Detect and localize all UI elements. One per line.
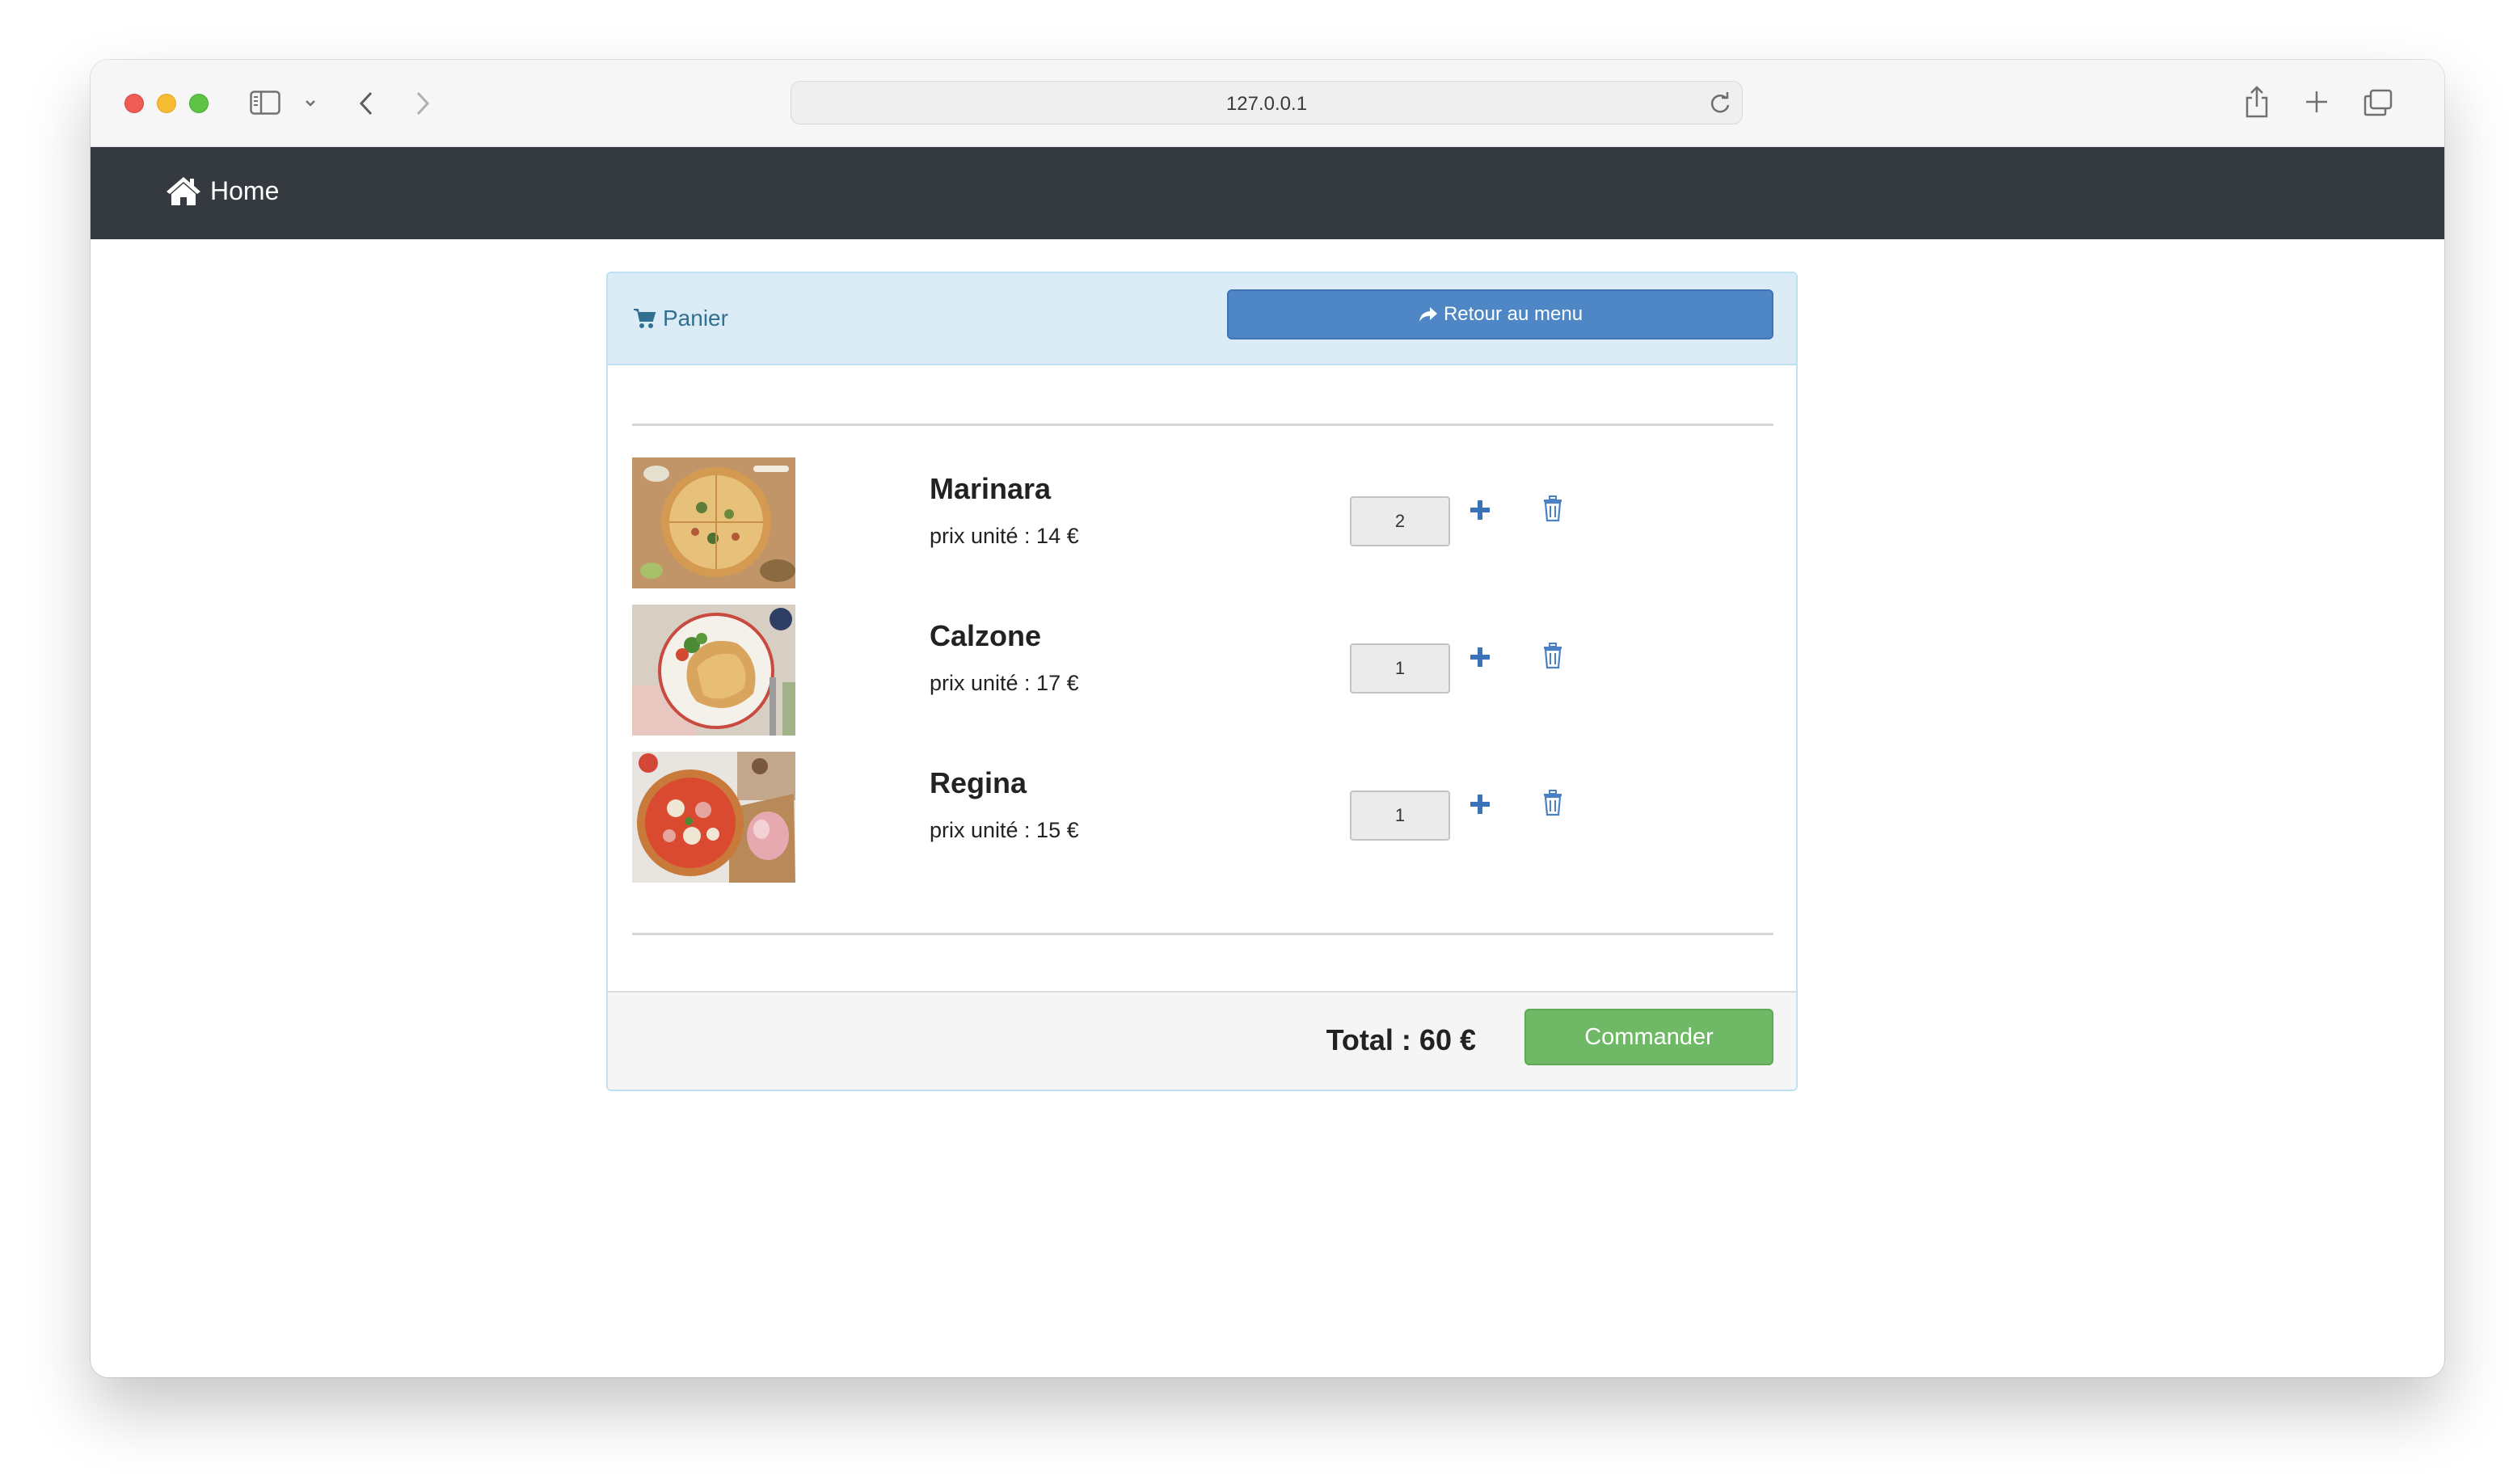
cart-title-label: Panier — [663, 306, 728, 331]
minimize-window-button[interactable] — [157, 94, 176, 113]
zoom-window-button[interactable] — [189, 94, 209, 113]
plus-icon[interactable] — [1466, 496, 1494, 524]
cart-panel-heading: Panier Retour au menu — [608, 273, 1796, 365]
sidebar-icon[interactable] — [249, 89, 281, 116]
share-arrow-icon — [1419, 307, 1437, 322]
close-window-button[interactable] — [124, 94, 144, 113]
trash-icon[interactable] — [1541, 642, 1565, 669]
item-name: Marinara — [930, 472, 1052, 505]
browser-toolbar: 127.0.0.1 — [91, 60, 2444, 147]
address-bar[interactable]: 127.0.0.1 — [791, 81, 1743, 124]
back-arrow-icon[interactable] — [354, 87, 378, 120]
pizza-marinara-photo — [632, 457, 795, 588]
item-name: Regina — [930, 766, 1027, 799]
cart-item: Calzone prix unité : 17 € 1 — [632, 605, 1773, 736]
browser-window: 127.0.0.1 Home Panier Retour au menu Mar… — [91, 60, 2444, 1377]
quantity-field[interactable]: 2 — [1350, 496, 1450, 546]
quantity-field[interactable]: 1 — [1350, 790, 1450, 841]
cart-panel-footer: Total : 60 € Commander — [608, 991, 1796, 1090]
cart-title: Panier — [632, 306, 728, 331]
share-icon[interactable] — [2241, 84, 2273, 120]
trash-icon[interactable] — [1541, 789, 1565, 816]
cart-item: Regina prix unité : 15 € 1 — [632, 752, 1773, 883]
tabs-overview-icon[interactable] — [2362, 87, 2394, 118]
plus-icon[interactable] — [1466, 643, 1494, 671]
plus-icon[interactable] — [1466, 790, 1494, 818]
item-name: Calzone — [930, 619, 1042, 652]
chevron-down-icon[interactable] — [302, 95, 318, 112]
trash-icon[interactable] — [1541, 495, 1565, 522]
home-label: Home — [210, 175, 280, 205]
url-text: 127.0.0.1 — [1225, 93, 1308, 115]
item-unit-price: prix unité : 15 € — [930, 818, 1079, 842]
back-to-menu-label: Retour au menu — [1443, 303, 1583, 325]
forward-arrow-icon[interactable] — [411, 87, 435, 120]
reload-icon[interactable] — [1706, 90, 1734, 117]
pizza-regina-photo — [632, 752, 795, 883]
home-icon — [167, 177, 200, 205]
cart-total: Total : 60 € — [1326, 1023, 1476, 1056]
order-button[interactable]: Commander — [1524, 1009, 1773, 1065]
new-tab-icon[interactable] — [2302, 87, 2331, 116]
cart-item: Marinara prix unité : 14 € 2 — [632, 457, 1773, 588]
navbar: Home — [91, 147, 2444, 239]
item-unit-price: prix unité : 17 € — [930, 671, 1079, 695]
back-to-menu-button[interactable]: Retour au menu — [1227, 289, 1773, 339]
cart-panel: Panier Retour au menu Marinara prix unit… — [606, 272, 1798, 1091]
divider-bottom — [632, 933, 1773, 935]
quantity-field[interactable]: 1 — [1350, 643, 1450, 694]
home-link[interactable]: Home — [165, 175, 279, 207]
calzone-photo — [632, 605, 795, 736]
cart-icon — [634, 309, 656, 328]
item-unit-price: prix unité : 14 € — [930, 524, 1079, 548]
divider-top — [632, 424, 1773, 426]
